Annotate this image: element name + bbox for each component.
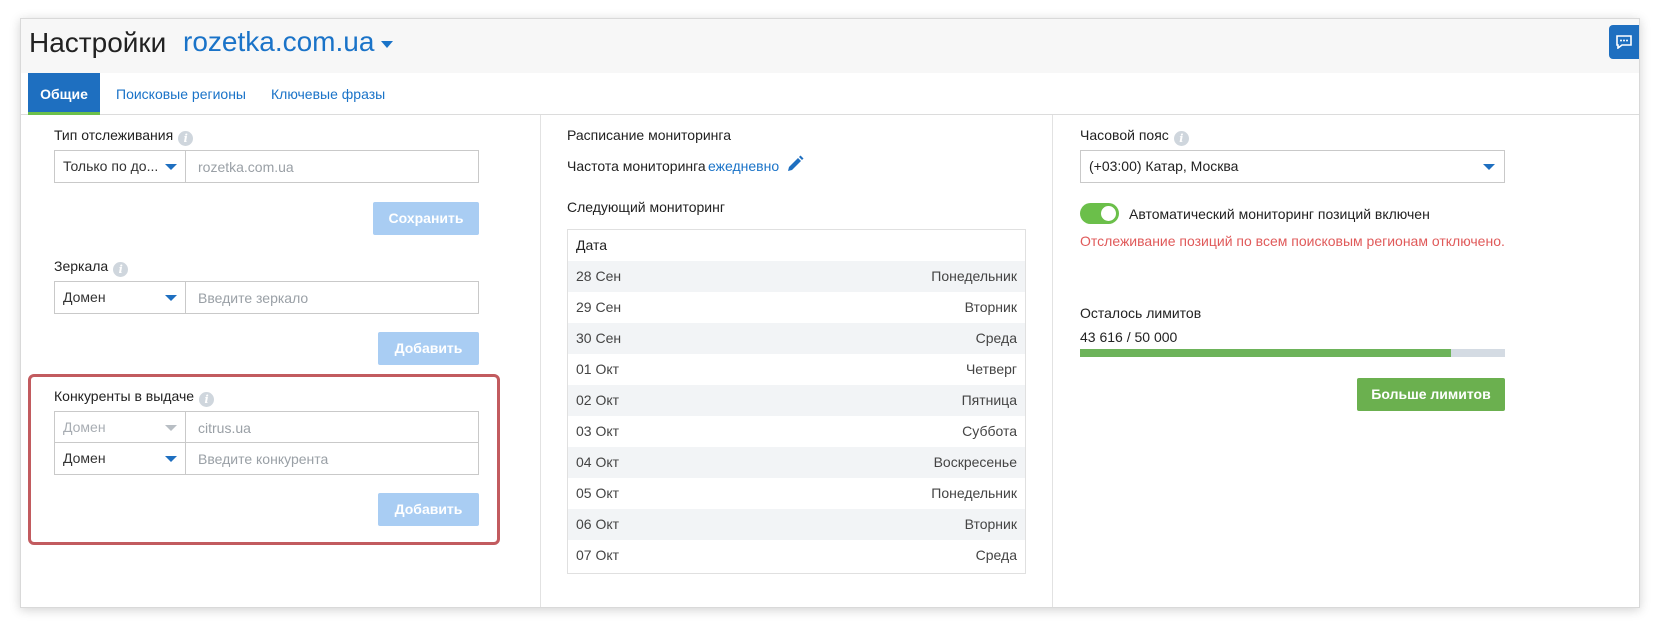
schedule-row: 05 Окт Понедельник [568, 478, 1025, 509]
schedule-date: 28 Сен [576, 268, 622, 284]
info-icon[interactable]: i [178, 131, 194, 146]
caret-down-icon [165, 164, 177, 170]
competitor-row-new: Домен [54, 442, 479, 475]
frequency-value-link[interactable]: ежедневно [708, 158, 779, 174]
schedule-weekday: Понедельник [931, 485, 1017, 501]
more-limits-button[interactable]: Больше лимитов [1357, 378, 1505, 411]
mirrors-label: Зеркала i [54, 258, 129, 277]
auto-monitoring-toggle[interactable] [1080, 203, 1119, 224]
schedule-date: 07 Окт [576, 547, 620, 563]
info-icon[interactable]: i [199, 392, 215, 407]
tracking-domain-input[interactable] [187, 151, 478, 182]
schedule-date: 02 Окт [576, 392, 620, 408]
schedule-row: 29 Сен Вторник [568, 292, 1025, 323]
schedule-date: 30 Сен [576, 330, 622, 346]
schedule-weekday: Вторник [964, 516, 1017, 532]
schedule-row: 06 Окт Вторник [568, 509, 1025, 540]
limits-value: 43 616 / 50 000 [1080, 329, 1178, 345]
mirrors-combo: Домен [54, 281, 479, 314]
competitor-type-select[interactable]: Домен [55, 443, 186, 474]
page-title: Настройки [29, 27, 167, 58]
schedule-row: 30 Сен Среда [568, 323, 1025, 354]
next-monitoring-label: Следующий мониторинг [567, 199, 725, 215]
column-divider [540, 115, 541, 607]
schedule-weekday: Суббота [962, 423, 1017, 439]
tab-search-regions[interactable]: Поисковые регионы [116, 73, 246, 115]
caret-down-icon[interactable] [381, 41, 393, 48]
schedule-row: 02 Окт Пятница [568, 385, 1025, 416]
tracking-type-select[interactable]: Только по до... [55, 151, 186, 182]
schedule-table-header: Дата [568, 230, 1025, 261]
schedule-table: Дата 28 Сен Понедельник 29 Сен Вторник 30 Се… [567, 229, 1026, 574]
limits-progress-fill [1080, 349, 1451, 357]
competitor-row-existing: Домен [54, 411, 479, 444]
schedule-weekday: Четверг [965, 361, 1017, 377]
limits-label: Осталось лимитов [1080, 305, 1202, 321]
schedule-weekday: Среда [975, 547, 1017, 563]
caret-down-icon [165, 295, 177, 301]
schedule-row: 28 Сен Понедельник [568, 261, 1025, 292]
page-header: Настройки rozetka.com.ua [21, 19, 1639, 73]
schedule-row: 07 Окт Среда [568, 540, 1025, 571]
schedule-weekday: Пятница [961, 392, 1017, 408]
schedule-weekday: Воскресенье [933, 454, 1017, 470]
schedule-weekday: Среда [975, 330, 1017, 346]
competitor-value [187, 412, 478, 443]
schedule-label: Расписание мониторинга [567, 127, 732, 143]
mirror-input[interactable] [187, 282, 478, 313]
schedule-date: 05 Окт [576, 485, 620, 501]
caret-down-icon [1483, 164, 1495, 170]
tab-bar: Общие Поисковые регионы Ключевые фразы [21, 73, 1639, 115]
add-mirror-button[interactable]: Добавить [378, 332, 479, 365]
info-icon[interactable]: i [1173, 131, 1189, 146]
caret-down-icon [165, 456, 177, 462]
schedule-date: 03 Окт [576, 423, 620, 439]
schedule-row: 01 Окт Четверг [568, 354, 1025, 385]
tab-general[interactable]: Общие [28, 73, 100, 115]
settings-window: Настройки rozetka.com.ua Общие Поисковые… [20, 18, 1640, 608]
regions-disabled-warning: Отслеживание позиций по всем поисковым р… [1080, 233, 1505, 249]
competitors-label: Конкуренты в выдаче i [54, 388, 215, 407]
schedule-row: 03 Окт Суббота [568, 416, 1025, 447]
schedule-weekday: Вторник [964, 299, 1017, 315]
competitor-type-select-disabled: Домен [55, 412, 186, 443]
timezone-label: Часовой пояс i [1080, 127, 1189, 146]
limits-progress-bar [1080, 349, 1505, 357]
caret-down-icon [165, 425, 177, 431]
schedule-rows: 28 Сен Понедельник 29 Сен Вторник 30 Сен Сред… [568, 261, 1025, 571]
site-selector[interactable]: rozetka.com.ua [183, 26, 374, 58]
timezone-select[interactable]: (+03:00) Катар, Москва [1080, 150, 1505, 183]
column-divider [1052, 115, 1053, 607]
schedule-row: 04 Окт Воскресенье [568, 447, 1025, 478]
info-icon[interactable]: i [113, 262, 129, 277]
schedule-date: 06 Окт [576, 516, 620, 532]
tracking-type-label: Тип отслеживания i [54, 127, 194, 146]
schedule-date: 29 Сен [576, 299, 622, 315]
pencil-icon[interactable] [786, 155, 804, 176]
schedule-date: 04 Окт [576, 454, 620, 470]
mirror-type-select[interactable]: Домен [55, 282, 186, 313]
add-competitor-button[interactable]: Добавить [378, 493, 479, 526]
frequency-label: Частота мониторинга [567, 158, 706, 174]
chat-icon[interactable] [1609, 25, 1639, 59]
tracking-type-combo: Только по до... [54, 150, 479, 183]
tab-keywords[interactable]: Ключевые фразы [271, 73, 385, 115]
save-button[interactable]: Сохранить [373, 202, 479, 235]
toggle-knob [1101, 206, 1116, 221]
competitor-input[interactable] [187, 443, 478, 474]
schedule-date: 01 Окт [576, 361, 620, 377]
schedule-weekday: Понедельник [931, 268, 1017, 284]
auto-monitoring-label: Автоматический мониторинг позиций включе… [1129, 206, 1430, 222]
